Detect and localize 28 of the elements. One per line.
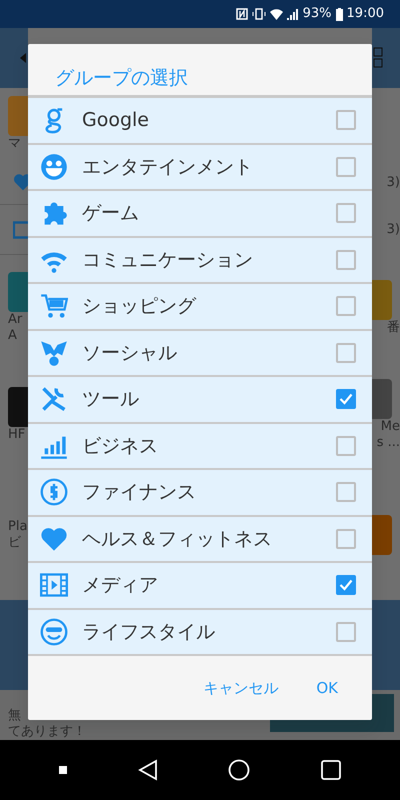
battery-percent: 93%	[302, 5, 332, 24]
ad-text: 無	[8, 708, 22, 724]
label-text: Pla	[8, 519, 28, 535]
label-text: ビ	[8, 535, 21, 551]
list-item[interactable]: ゲーム	[28, 191, 372, 238]
dialog-title: グループの選択	[54, 66, 189, 91]
ad-text: てあります！	[8, 724, 86, 740]
app-name: 番	[387, 320, 400, 336]
list-item[interactable]: Google	[28, 98, 372, 144]
list-item[interactable]: ライフスタイル	[28, 610, 372, 656]
app-name: HF	[8, 427, 26, 443]
app-name: Ar	[8, 312, 22, 328]
app-name: Me	[380, 419, 400, 435]
list-item[interactable]: ショッピング	[28, 284, 372, 330]
list-item[interactable]: ツール	[28, 377, 372, 424]
list-item[interactable]: ファイナンス	[28, 470, 372, 516]
list-item[interactable]: ビジネス	[28, 424, 372, 470]
label-text: 3)	[386, 174, 400, 190]
list-item[interactable]: コミュニケーション	[28, 238, 372, 284]
app-name: マ	[8, 136, 21, 152]
app-name: s ...	[376, 435, 400, 451]
list-item[interactable]: エンタテインメント	[28, 144, 372, 191]
list-item[interactable]: メディア	[28, 563, 372, 610]
label-text: 3)	[386, 222, 400, 238]
list-item[interactable]: ソーシャル	[28, 330, 372, 377]
app-name: A	[8, 328, 17, 344]
list-item[interactable]: ヘルス＆フィットネス	[28, 516, 372, 563]
clock: 19:00	[346, 5, 384, 24]
